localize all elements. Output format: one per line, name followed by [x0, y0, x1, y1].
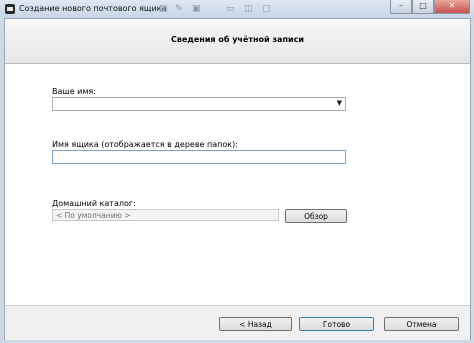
wizard-dialog: Сведения об учётной записи Ваше имя: ▼ И…: [4, 18, 471, 340]
home-dir-field: < По умолчанию >: [52, 209, 279, 221]
window-title: Создание нового почтового ящика: [19, 4, 167, 13]
window-controls: – □ ✕: [390, 0, 470, 14]
background-toolbar-icon: ▣: [192, 4, 201, 14]
title-bar: Создание нового почтового ящика ▤ ✎ ▣ ▭ …: [0, 0, 474, 18]
mail-app-icon: [5, 4, 15, 14]
background-toolbar-icon: ✎: [175, 4, 183, 14]
background-toolbar-icon: ◫: [244, 4, 253, 14]
maximize-button[interactable]: □: [412, 0, 434, 14]
background-toolbar-icon: ▢: [262, 4, 271, 14]
cancel-button[interactable]: Отмена: [384, 317, 459, 331]
back-button[interactable]: < Назад: [219, 317, 292, 331]
mailbox-name-label: Имя ящика (отображается в дереве папок):: [52, 140, 238, 149]
background-toolbar-icon: ▭: [226, 4, 235, 14]
page-title: Сведения об учётной записи: [171, 35, 304, 44]
name-label: Ваше имя:: [52, 87, 96, 96]
wizard-footer: < Назад Готово Отмена: [5, 305, 470, 340]
wizard-header: Сведения об учётной записи: [5, 19, 470, 64]
finish-button[interactable]: Готово: [299, 317, 374, 331]
name-combobox[interactable]: ▼: [52, 97, 346, 111]
close-button[interactable]: ✕: [434, 0, 470, 14]
mailbox-name-input[interactable]: [52, 150, 346, 164]
home-dir-label: Домашний каталог:: [52, 199, 136, 208]
chevron-down-icon[interactable]: ▼: [337, 99, 342, 107]
minimize-button[interactable]: –: [390, 0, 412, 14]
background-toolbar-icon: ▤: [159, 4, 168, 14]
browse-button[interactable]: Обзор: [285, 209, 347, 223]
